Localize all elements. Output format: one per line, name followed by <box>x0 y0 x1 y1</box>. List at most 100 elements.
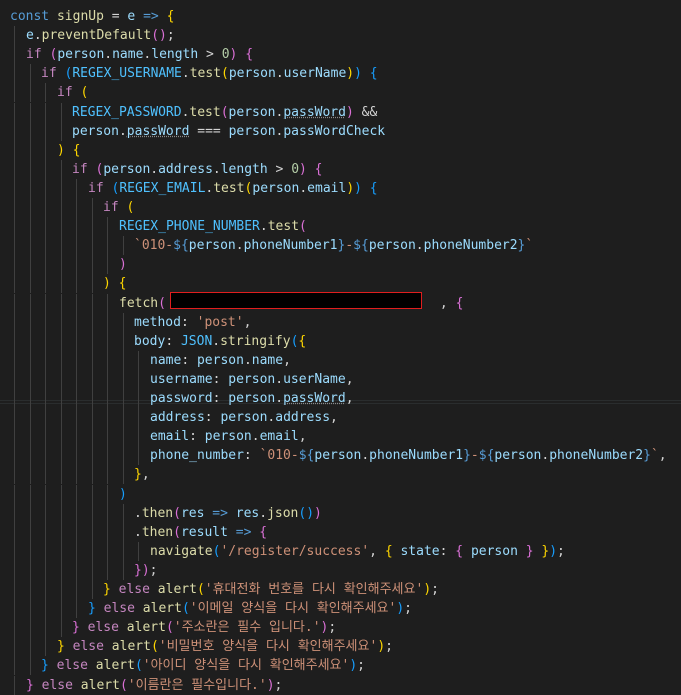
code-token: } <box>134 467 142 482</box>
code-line[interactable]: ) <box>119 255 127 274</box>
indent-guide <box>76 217 77 236</box>
indent-guide <box>45 103 46 122</box>
code-line[interactable]: if ( <box>103 198 134 217</box>
code-line[interactable]: if (person.name.length > 0) { <box>26 45 253 64</box>
indent-guide <box>61 332 62 351</box>
code-token: ( <box>181 601 190 616</box>
code-token: passWord <box>126 124 190 139</box>
code-line[interactable]: person.passWord === person.passWordCheck <box>72 122 385 141</box>
code-line[interactable]: phone_number: `010-${person.phoneNumber1… <box>150 446 667 465</box>
code-line[interactable]: ) { <box>57 141 80 160</box>
code-token: . <box>251 429 260 444</box>
code-line[interactable]: }); <box>134 561 157 580</box>
code-line[interactable]: REGEX_PASSWORD.test(person.passWord) && <box>72 103 377 122</box>
code-token: ( <box>134 658 143 673</box>
code-line[interactable]: if (person.address.length > 0) { <box>72 160 323 179</box>
code-token: res <box>235 506 260 521</box>
indent-guide <box>92 389 93 408</box>
indent-guide <box>138 351 139 370</box>
indent-guide <box>45 217 46 236</box>
code-token: person <box>228 124 276 139</box>
code-token: ) <box>354 66 362 81</box>
code-line[interactable]: if (REGEX_USERNAME.test(person.userName)… <box>41 64 378 83</box>
code-line[interactable]: password: person.passWord, <box>150 389 354 408</box>
indent-guide <box>30 599 31 618</box>
code-line[interactable]: address: person.address, <box>150 408 338 427</box>
indent-guide <box>30 408 31 427</box>
code-line[interactable]: if ( <box>57 83 88 102</box>
indent-guide <box>107 351 108 370</box>
code-line[interactable]: } else alert('휴대전화 번호를 다시 확인해주세요'); <box>103 580 439 599</box>
code-token: passWord <box>283 105 346 120</box>
indent-guide <box>14 580 15 599</box>
code-token: > <box>198 47 222 62</box>
indent-guide <box>92 198 93 217</box>
code-token: { <box>259 525 268 540</box>
indent-guide <box>61 351 62 370</box>
code-token: address <box>275 410 331 425</box>
code-token: name <box>112 47 144 62</box>
code-token: person <box>494 448 542 463</box>
code-line[interactable]: ) { <box>103 274 126 293</box>
code-line[interactable]: const signUp = e => { <box>10 7 174 26</box>
code-line[interactable]: .then(result => { <box>134 523 267 542</box>
indent-guide <box>45 408 46 427</box>
code-line[interactable]: } else alert('이메일 양식을 다시 확인해주세요'); <box>88 599 412 618</box>
code-line[interactable]: `010-${person.phoneNumber1}-${person.pho… <box>134 236 533 255</box>
code-token: ${ <box>478 448 495 463</box>
indent-guide <box>107 465 108 484</box>
indent-guide <box>138 370 139 389</box>
code-token: person <box>368 238 416 253</box>
indent-guide <box>45 255 46 274</box>
code-token: person <box>228 105 276 120</box>
code-line[interactable]: } else alert('이름란은 필수입니다.'); <box>26 676 282 695</box>
code-token: ( <box>126 200 135 215</box>
indent-guide <box>76 580 77 599</box>
code-token: : <box>181 353 197 368</box>
code-token: const <box>10 9 50 24</box>
code-token: => <box>143 9 159 24</box>
code-token: if <box>57 85 73 100</box>
code-line[interactable]: REGEX_PHONE_NUMBER.test( <box>119 217 307 236</box>
indent-guide <box>123 523 124 542</box>
code-token: } <box>88 601 96 616</box>
code-line[interactable]: } else alert('주소란은 필수 입니다.'); <box>72 618 336 637</box>
code-token: { <box>245 47 254 62</box>
code-token: ; <box>328 620 337 635</box>
code-line[interactable]: ) <box>119 485 127 504</box>
code-line[interactable]: } else alert('아이디 양식을 다시 확인해주세요'); <box>41 656 365 675</box>
code-token: person <box>204 429 252 444</box>
code-line[interactable]: if (REGEX_EMAIL.test(person.email)) { <box>88 179 378 198</box>
indent-guide <box>30 255 31 274</box>
code-token: } <box>643 448 651 463</box>
code-line[interactable]: .then(res => res.json()) <box>134 504 322 523</box>
code-token: , <box>243 315 252 330</box>
code-token: `010- <box>134 238 174 253</box>
indent-guide <box>92 236 93 255</box>
code-token: } <box>134 563 142 578</box>
indent-guide <box>76 332 77 351</box>
code-line[interactable]: method: 'post', <box>134 313 251 332</box>
indent-guide <box>76 179 77 198</box>
code-token: email <box>150 429 190 444</box>
code-line[interactable]: }, <box>134 465 150 484</box>
code-line[interactable]: name: person.name, <box>150 351 291 370</box>
code-token: `010- <box>259 448 299 463</box>
code-token: = <box>111 9 120 24</box>
code-line[interactable]: navigate('/register/success', { state: {… <box>150 542 565 561</box>
indent-guide <box>123 389 124 408</box>
code-line[interactable]: email: person.email, <box>150 427 307 446</box>
indent-guide <box>76 408 77 427</box>
indent-guide <box>30 389 31 408</box>
code-line[interactable]: body: JSON.stringify({ <box>134 332 306 351</box>
code-token: ) <box>345 105 354 120</box>
code-editor[interactable]: const signUp = e => {e.preventDefault();… <box>0 0 681 695</box>
code-line[interactable]: } else alert('비밀번호 양식을 다시 확인해주세요'); <box>57 637 393 656</box>
code-line[interactable]: username: person.userName, <box>150 370 354 389</box>
code-line[interactable]: e.preventDefault(); <box>26 26 175 45</box>
